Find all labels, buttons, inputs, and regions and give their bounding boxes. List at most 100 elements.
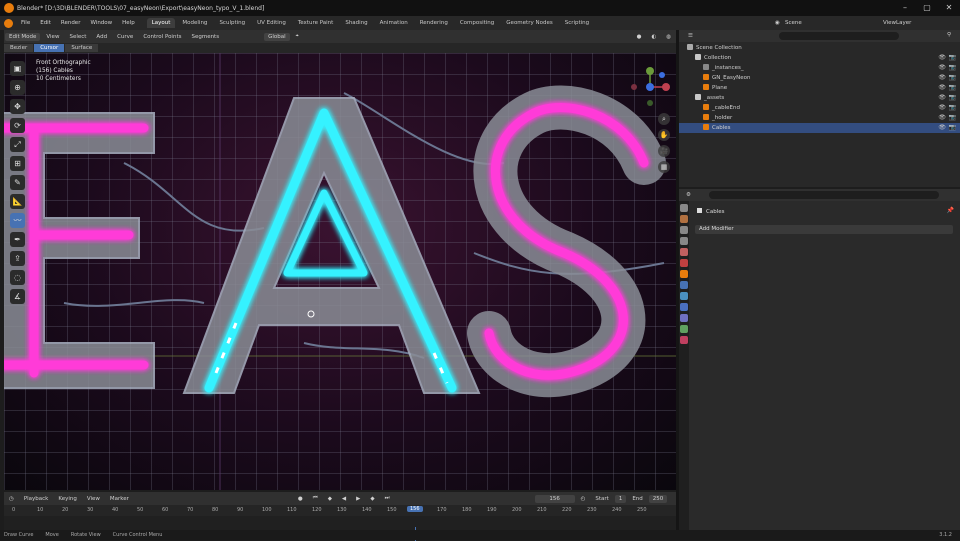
- menu-keying[interactable]: Keying: [54, 495, 80, 503]
- scene-selector[interactable]: Scene: [780, 20, 807, 26]
- blender-menu-icon[interactable]: [4, 18, 13, 28]
- render-tab-icon[interactable]: [680, 215, 688, 223]
- tab-geometry-nodes[interactable]: Geometry Nodes: [501, 18, 557, 28]
- view-layer-selector[interactable]: ViewLayer: [878, 20, 916, 26]
- visibility-eye-icon[interactable]: 👁: [938, 123, 946, 133]
- shading-material-icon[interactable]: ◐: [647, 33, 660, 41]
- close-icon[interactable]: ✕: [938, 0, 960, 16]
- menu-edit[interactable]: Edit: [35, 20, 56, 26]
- render-camera-icon[interactable]: 📷: [949, 123, 956, 133]
- properties-search-input[interactable]: [709, 191, 939, 199]
- menu-playback[interactable]: Playback: [20, 495, 53, 503]
- radius-tool-icon[interactable]: ◌: [10, 270, 25, 285]
- next-key-icon[interactable]: ◆: [366, 495, 378, 503]
- snap-icon[interactable]: ⌖: [292, 32, 303, 41]
- menu-segments[interactable]: Segments: [187, 33, 223, 41]
- tab-rendering[interactable]: Rendering: [415, 18, 453, 28]
- timeline-editor-icon[interactable]: ◷: [5, 495, 18, 503]
- tool-tab-icon[interactable]: [680, 204, 688, 212]
- world-tab-icon[interactable]: [680, 259, 688, 267]
- transform-orientation[interactable]: Global: [264, 32, 290, 41]
- timeline-ruler[interactable]: 0102030405060708090100110120130140150160…: [4, 505, 676, 516]
- pin-icon[interactable]: 📌: [947, 207, 954, 214]
- rotate-tool-icon[interactable]: ⟳: [10, 118, 25, 133]
- scale-tool-icon[interactable]: ⤢: [10, 137, 25, 152]
- scene-collection-row[interactable]: Scene Collection: [679, 43, 960, 53]
- constraints-tab-icon[interactable]: [680, 314, 688, 322]
- draw-curve-tool-icon[interactable]: 〰: [10, 213, 25, 228]
- outliner-search-input[interactable]: [779, 32, 899, 40]
- filter-icon[interactable]: ⚲: [943, 31, 955, 39]
- record-icon[interactable]: ●: [294, 495, 307, 503]
- outliner-row[interactable]: _holder 👁 📷: [679, 113, 960, 123]
- outliner-row[interactable]: Cables 👁 📷: [679, 123, 960, 133]
- tab-modeling[interactable]: Modeling: [177, 18, 212, 28]
- render-camera-icon[interactable]: 📷: [949, 53, 956, 63]
- scene-tab-icon[interactable]: [680, 248, 688, 256]
- outliner-row[interactable]: Plane 👁 📷: [679, 83, 960, 93]
- tab-texture-paint[interactable]: Texture Paint: [293, 18, 339, 28]
- view-layer-tab-icon[interactable]: [680, 237, 688, 245]
- visibility-eye-icon[interactable]: 👁: [938, 53, 946, 63]
- render-camera-icon[interactable]: 📷: [949, 103, 956, 113]
- timeline-body[interactable]: [4, 516, 676, 541]
- outliner-row[interactable]: Collection 👁 📷: [679, 53, 960, 63]
- extrude-tool-icon[interactable]: ⇪: [10, 251, 25, 266]
- render-camera-icon[interactable]: 📷: [949, 63, 956, 73]
- add-modifier-button[interactable]: Add Modifier: [695, 225, 953, 234]
- select-tool-icon[interactable]: ▣: [10, 61, 25, 76]
- tilt-tool-icon[interactable]: ∡: [10, 289, 25, 304]
- physics-tab-icon[interactable]: [680, 303, 688, 311]
- ortho-toggle-icon[interactable]: ▦: [658, 161, 670, 173]
- play-reverse-icon[interactable]: ◀: [338, 495, 350, 503]
- menu-curve[interactable]: Curve: [113, 33, 137, 41]
- visibility-eye-icon[interactable]: 👁: [938, 93, 946, 103]
- tab-uv-editing[interactable]: UV Editing: [252, 18, 291, 28]
- particles-tab-icon[interactable]: [680, 292, 688, 300]
- tab-sculpting[interactable]: Sculpting: [214, 18, 250, 28]
- annotate-tool-icon[interactable]: ✎: [10, 175, 25, 190]
- object-tab-icon[interactable]: [680, 270, 688, 278]
- minimize-icon[interactable]: –: [894, 0, 916, 16]
- surface-option[interactable]: Surface: [65, 44, 99, 52]
- measure-tool-icon[interactable]: 📐: [10, 194, 25, 209]
- curve-type-selector[interactable]: Bezier: [4, 44, 34, 52]
- tab-animation[interactable]: Animation: [375, 18, 413, 28]
- menu-view[interactable]: View: [42, 33, 63, 41]
- playhead-frame-label[interactable]: 156: [407, 506, 423, 512]
- visibility-eye-icon[interactable]: 👁: [938, 63, 946, 73]
- tab-scripting[interactable]: Scripting: [560, 18, 594, 28]
- pen-tool-icon[interactable]: ✒: [10, 232, 25, 247]
- end-frame-field[interactable]: 250: [648, 494, 668, 503]
- output-tab-icon[interactable]: [680, 226, 688, 234]
- maximize-icon[interactable]: ▢: [916, 0, 938, 16]
- visibility-eye-icon[interactable]: 👁: [938, 113, 946, 123]
- menu-help[interactable]: Help: [117, 20, 140, 26]
- outliner-row[interactable]: _assets 👁 📷: [679, 93, 960, 103]
- pan-icon[interactable]: ✋: [658, 129, 670, 141]
- menu-timeline-view[interactable]: View: [83, 495, 104, 503]
- transform-tool-icon[interactable]: ⊞: [10, 156, 25, 171]
- render-camera-icon[interactable]: 📷: [949, 83, 956, 93]
- render-camera-icon[interactable]: 📷: [949, 93, 956, 103]
- menu-select[interactable]: Select: [65, 33, 90, 41]
- zoom-icon[interactable]: ⌕: [658, 113, 670, 125]
- menu-window[interactable]: Window: [85, 20, 117, 26]
- menu-control-points[interactable]: Control Points: [139, 33, 185, 41]
- play-icon[interactable]: ▶: [352, 495, 364, 503]
- start-frame-field[interactable]: 1: [614, 494, 627, 503]
- outliner-editor-icon[interactable]: ☰: [684, 32, 697, 40]
- prev-key-icon[interactable]: ◆: [324, 495, 336, 503]
- tab-compositing[interactable]: Compositing: [455, 18, 499, 28]
- jump-start-icon[interactable]: ⏮: [309, 494, 322, 503]
- outliner-row[interactable]: _cableEnd 👁 📷: [679, 103, 960, 113]
- outliner-row[interactable]: _instances_ 👁 📷: [679, 63, 960, 73]
- jump-end-icon[interactable]: ⏭: [381, 494, 394, 503]
- render-camera-icon[interactable]: 📷: [949, 73, 956, 83]
- menu-render[interactable]: Render: [56, 20, 86, 26]
- modifier-tab-icon[interactable]: [680, 281, 688, 289]
- menu-marker[interactable]: Marker: [106, 495, 133, 503]
- menu-add[interactable]: Add: [92, 33, 111, 41]
- 3d-viewport[interactable]: Front Orthographic (156) Cables 10 Centi…: [4, 53, 676, 490]
- clock-icon[interactable]: ◴: [577, 495, 590, 503]
